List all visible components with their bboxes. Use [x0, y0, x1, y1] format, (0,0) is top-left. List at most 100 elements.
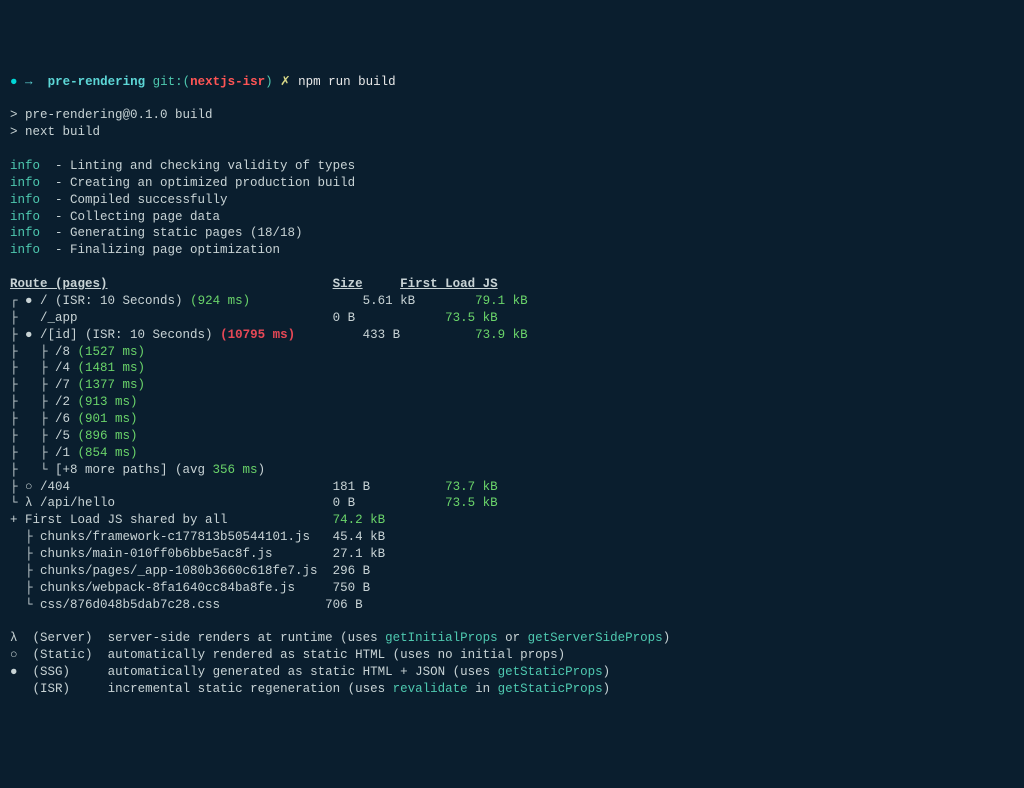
info-label: info	[10, 193, 40, 207]
info-line: - Collecting page data	[40, 210, 220, 224]
tree-prefix: ├	[10, 311, 40, 325]
legend-highlight: getStaticProps	[498, 682, 603, 696]
chunk-size: 27.1 kB	[333, 547, 386, 561]
legend-end: )	[663, 631, 671, 645]
route-name: / (ISR: 10 Seconds)	[40, 294, 183, 308]
legend-highlight: getInitialProps	[385, 631, 498, 645]
build-header-1: > pre-rendering@0.1.0 build	[10, 108, 213, 122]
tree-prefix: ├ ○	[10, 480, 40, 494]
chunk-size: 296 B	[333, 564, 371, 578]
tree-prefix: ├ ├	[10, 395, 55, 409]
col-route: Route (pages)	[10, 277, 108, 291]
route-name: /8	[55, 345, 70, 359]
col-size: Size	[333, 277, 363, 291]
route-fl: 79.1 kB	[475, 294, 528, 308]
chunk-name: chunks/framework-c177813b50544101.js	[40, 530, 310, 544]
route-name: /4	[55, 361, 70, 375]
legend-label: (Server)	[33, 631, 93, 645]
route-timing: (924 ms)	[190, 294, 250, 308]
legend-highlight: revalidate	[393, 682, 468, 696]
chunk-name: chunks/pages/_app-1080b3660c618fe7.js	[40, 564, 318, 578]
tree-prefix: +	[10, 513, 25, 527]
legend-desc: server-side renders at runtime (uses	[108, 631, 386, 645]
tree-prefix: ├ └	[10, 463, 55, 477]
route-size: 433 B	[363, 328, 401, 342]
info-label: info	[10, 159, 40, 173]
tree-prefix: ├	[10, 530, 40, 544]
legend-label: (SSG)	[33, 665, 71, 679]
info-label: info	[10, 210, 40, 224]
route-timing: (1527 ms)	[78, 345, 146, 359]
legend-sym: ○	[10, 648, 18, 662]
info-line: - Finalizing page optimization	[40, 243, 280, 257]
shared-text: First Load JS shared by all	[25, 513, 228, 527]
legend-mid: or	[498, 631, 528, 645]
shared-size: 74.2 kB	[333, 513, 386, 527]
route-timing: (896 ms)	[78, 429, 138, 443]
info-line: - Generating static pages (18/18)	[40, 226, 303, 240]
arrow-icon: →	[25, 75, 33, 89]
status-dot-icon: ●	[10, 75, 18, 89]
tree-prefix: ┌ ●	[10, 294, 40, 308]
tree-prefix: ├ ├	[10, 361, 55, 375]
more-close: )	[258, 463, 266, 477]
col-first-load: First Load JS	[400, 277, 498, 291]
route-timing: (1481 ms)	[78, 361, 146, 375]
git-label: git:(	[153, 75, 191, 89]
terminal-output: ● → pre-rendering git:(nextjs-isr) ✗ npm…	[10, 74, 1014, 698]
dirty-icon: ✗	[280, 75, 290, 89]
chunk-name: chunks/main-010ff0b6bbe5ac8f.js	[40, 547, 273, 561]
route-name: /api/hello	[40, 496, 115, 510]
chunk-name: css/876d048b5dab7c28.css	[40, 598, 220, 612]
legend-sym: λ	[10, 631, 18, 645]
tree-prefix: ├ ├	[10, 429, 55, 443]
route-timing: (913 ms)	[78, 395, 138, 409]
git-close: )	[265, 75, 273, 89]
legend-sym	[10, 682, 18, 696]
more-paths: [+8 more paths] (avg	[55, 463, 213, 477]
info-line: - Compiled successfully	[40, 193, 228, 207]
tree-prefix: ├ ├	[10, 345, 55, 359]
legend-desc: incremental static regeneration (uses	[108, 682, 393, 696]
tree-prefix: ├ ├	[10, 412, 55, 426]
tree-prefix: ├	[10, 564, 40, 578]
legend-desc: automatically generated as static HTML +…	[108, 665, 498, 679]
route-fl: 73.9 kB	[475, 328, 528, 342]
chunk-size: 45.4 kB	[333, 530, 386, 544]
legend-mid: in	[468, 682, 498, 696]
legend-label: (Static)	[33, 648, 93, 662]
legend-highlight: getServerSideProps	[528, 631, 663, 645]
info-label: info	[10, 176, 40, 190]
legend-desc: automatically rendered as static HTML (u…	[108, 648, 566, 662]
tree-prefix: ├ ●	[10, 328, 40, 342]
legend-highlight: getStaticProps	[498, 665, 603, 679]
route-fl: 73.5 kB	[445, 496, 498, 510]
route-name: /[id] (ISR: 10 Seconds)	[40, 328, 213, 342]
legend-end: )	[603, 665, 611, 679]
command-text[interactable]: npm run build	[298, 75, 396, 89]
tree-prefix: ├ ├	[10, 378, 55, 392]
route-size: 0 B	[333, 311, 356, 325]
more-timing: 356 ms	[213, 463, 258, 477]
info-label: info	[10, 243, 40, 257]
route-timing: (901 ms)	[78, 412, 138, 426]
route-name: /7	[55, 378, 70, 392]
tree-prefix: └	[10, 598, 40, 612]
route-name: /1	[55, 446, 70, 460]
route-size: 5.61 kB	[363, 294, 416, 308]
route-timing: (10795 ms)	[220, 328, 295, 342]
route-name: /2	[55, 395, 70, 409]
prompt-dir: pre-rendering	[48, 75, 146, 89]
route-size: 181 B	[333, 480, 371, 494]
chunk-name: chunks/webpack-8fa1640cc84ba8fe.js	[40, 581, 295, 595]
route-name: /6	[55, 412, 70, 426]
route-name: /5	[55, 429, 70, 443]
tree-prefix: └ λ	[10, 496, 40, 510]
route-name: /_app	[40, 311, 78, 325]
info-line: - Linting and checking validity of types	[40, 159, 355, 173]
route-fl: 73.7 kB	[445, 480, 498, 494]
route-timing: (854 ms)	[78, 446, 138, 460]
route-name: /404	[40, 480, 70, 494]
route-size: 0 B	[333, 496, 356, 510]
route-timing: (1377 ms)	[78, 378, 146, 392]
